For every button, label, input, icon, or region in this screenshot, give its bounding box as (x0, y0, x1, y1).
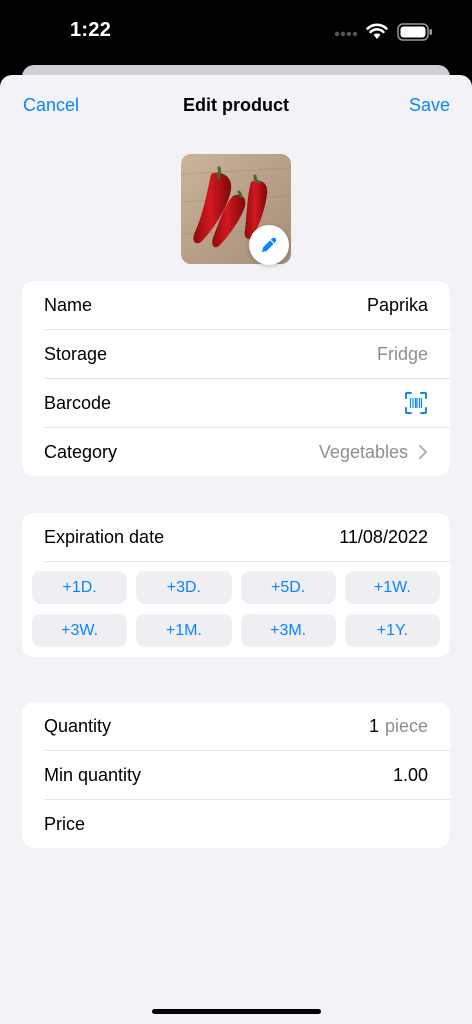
add-3-days-button[interactable]: +3D. (136, 571, 232, 604)
status-time: 1:22 (70, 19, 112, 41)
quantity-field[interactable]: 1 piece (369, 716, 428, 737)
add-1-day-button[interactable]: +1D. (32, 571, 128, 604)
category-row[interactable]: Category Vegetables (44, 428, 450, 476)
quantity-unit: piece (384, 716, 428, 736)
edit-photo-button[interactable] (249, 225, 289, 265)
cellular-signal-icon (334, 31, 358, 37)
battery-icon (397, 23, 432, 41)
add-5-days-button[interactable]: +5D. (240, 571, 336, 604)
storage-field[interactable]: Fridge (377, 344, 428, 365)
quantity-value: 1 (368, 716, 379, 736)
save-button[interactable]: Save (409, 95, 450, 116)
expiration-date-value[interactable]: 11/08/2022 (339, 527, 428, 548)
pencil-icon (262, 237, 277, 252)
price-label: Price (44, 814, 86, 834)
quick-date-buttons-row-2: +3W. +1M. +3M. +1Y. (32, 614, 440, 657)
price-row[interactable]: Price (44, 800, 450, 848)
add-1-year-button[interactable]: +1Y. (344, 614, 440, 647)
expiration-card: Expiration date 11/08/2022 +1D. +3D. +5D… (22, 513, 450, 657)
storage-label: Storage (44, 344, 108, 364)
home-indicator[interactable] (152, 1009, 321, 1014)
add-3-months-button[interactable]: +3M. (240, 614, 336, 647)
page-title: Edit product (183, 95, 289, 115)
barcode-label: Barcode (44, 393, 112, 413)
quantity-card: Quantity 1 piece Min quantity 1.00 Price (22, 702, 450, 848)
min-quantity-row[interactable]: Min quantity 1.00 (44, 751, 450, 800)
min-quantity-field[interactable]: 1.00 (393, 765, 428, 786)
add-3-weeks-button[interactable]: +3W. (32, 614, 128, 647)
min-quantity-label: Min quantity (44, 765, 142, 785)
barcode-scan-icon[interactable] (404, 391, 428, 415)
name-field[interactable]: Paprika (367, 295, 428, 316)
category-label: Category (44, 442, 118, 462)
quantity-label: Quantity (44, 716, 112, 736)
chevron-right-icon (419, 445, 427, 459)
status-bar: 1:22 (0, 0, 472, 64)
barcode-row[interactable]: Barcode (44, 379, 450, 428)
expiration-row[interactable]: Expiration date 11/08/2022 (44, 513, 450, 562)
category-value: Vegetables (318, 442, 408, 462)
quantity-row[interactable]: Quantity 1 piece (44, 702, 450, 751)
wifi-icon (366, 23, 388, 39)
edit-product-sheet: Cancel Edit product Save Name Paprika St… (0, 75, 472, 1024)
expiration-label: Expiration date (44, 527, 165, 547)
add-1-week-button[interactable]: +1W. (344, 571, 440, 604)
product-details-card: Name Paprika Storage Fridge Barcode Cate… (22, 281, 450, 476)
name-row[interactable]: Name Paprika (44, 281, 450, 330)
name-label: Name (44, 295, 93, 315)
quick-date-buttons-row-1: +1D. +3D. +5D. +1W. (32, 562, 440, 614)
storage-row[interactable]: Storage Fridge (44, 330, 450, 379)
add-1-month-button[interactable]: +1M. (136, 614, 232, 647)
